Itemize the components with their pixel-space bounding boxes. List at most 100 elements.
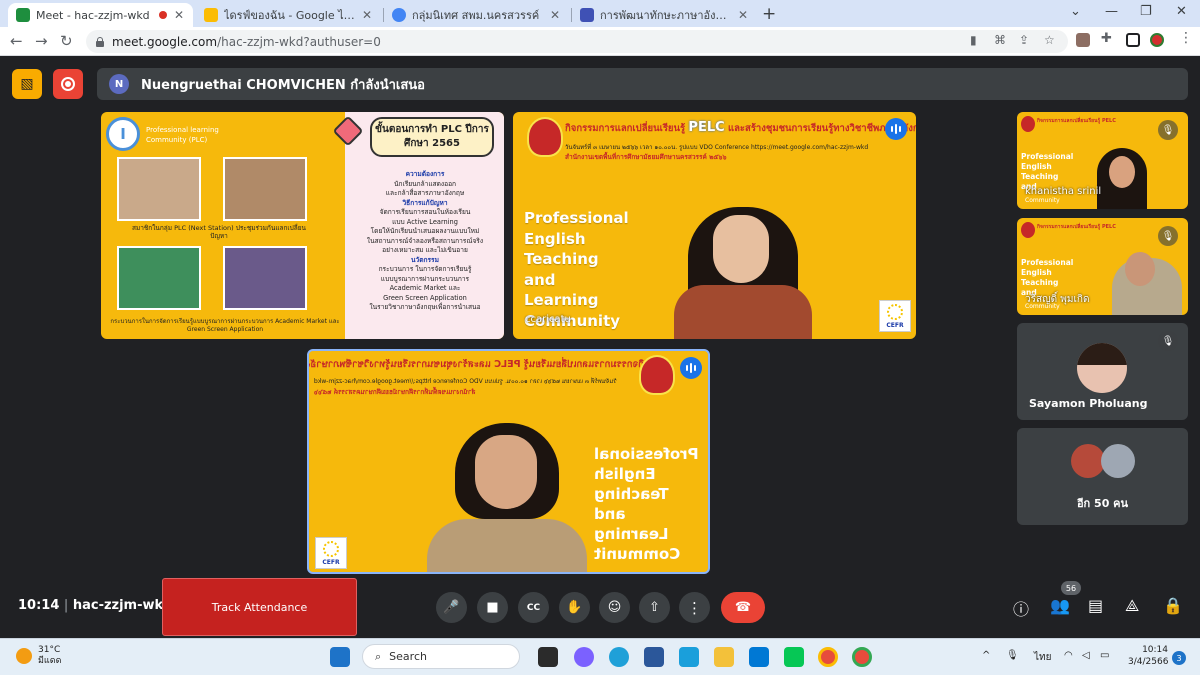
big-text-line: Learning: [594, 525, 669, 543]
start-menu-icon[interactable]: [330, 647, 350, 667]
raise-hand-icon[interactable]: ✋: [559, 592, 590, 623]
big-text-line: English: [594, 465, 656, 483]
side-panel-icon[interactable]: [1126, 33, 1140, 47]
mail-icon[interactable]: [749, 647, 769, 667]
presentation-tile-plc[interactable]: I Professional learning Community (PLC) …: [101, 112, 504, 339]
taskbar-clock[interactable]: 10:14 3/4/2566: [1128, 644, 1168, 668]
participant-tile[interactable]: กิจกรรมการแลกเปลี่ยนเรียนรู้ PELC Profes…: [1017, 112, 1188, 209]
meeting-info-icon[interactable]: ⓘ: [1013, 596, 1029, 620]
activities-icon[interactable]: ⟁: [1125, 596, 1139, 616]
self-view-tile[interactable]: กิจกรรมการแลกเปลี่ยนเรียนรู้ PELC และสร้…: [307, 349, 710, 574]
sun-icon: [16, 648, 32, 664]
close-tab-icon[interactable]: ✕: [549, 8, 561, 22]
bookmark-star-icon[interactable]: ☆: [1044, 33, 1055, 47]
people-count-badge: 56: [1061, 581, 1081, 595]
windows-taskbar: 31°C มีแดด ⌕ Search ^ 🎙 ไทย ◠ ◁ ▭ 10:14 3/…: [0, 638, 1200, 675]
restore-icon[interactable]: ❐: [1140, 4, 1152, 19]
host-controls-icon[interactable]: 🔒: [1163, 596, 1183, 615]
profile-avatar[interactable]: [1150, 33, 1164, 47]
forward-arrow-icon[interactable]: →: [35, 32, 48, 50]
slide-office: สำนักงานเขตพื้นที่การศึกษามัธยมศึกษานครส…: [314, 388, 476, 396]
wifi-icon[interactable]: ◠: [1064, 650, 1073, 661]
plc-step-heading: นวัตกรรม: [411, 255, 439, 264]
task-view-icon[interactable]: [538, 647, 558, 667]
presenter-avatar: N: [109, 74, 129, 94]
notification-badge[interactable]: 3: [1172, 651, 1186, 665]
close-window-icon[interactable]: ✕: [1176, 4, 1187, 19]
chat-icon[interactable]: ▤: [1088, 596, 1103, 615]
close-tab-icon[interactable]: ✕: [173, 8, 185, 22]
close-tab-icon[interactable]: ✕: [737, 8, 749, 22]
tray-mic-icon[interactable]: 🎙: [1006, 650, 1019, 661]
cefr-label: CEFR: [886, 322, 904, 329]
slide-big-text: Professional English Teaching and Learni…: [524, 208, 629, 331]
reload-icon[interactable]: ↻: [60, 32, 73, 50]
big-text-line: and: [594, 505, 626, 523]
avatar-hair: [1077, 343, 1127, 365]
mini-slide-title: กิจกรรมการแลกเปลี่ยนเรียนรู้ PELC: [1037, 118, 1116, 124]
tab-forms[interactable]: การพัฒนาทักษะภาษาอังกฤษ English ✕: [572, 3, 757, 27]
address-bar[interactable]: meet.google.com/hac-zzjm-wkd?authuser=0: [86, 30, 1068, 53]
extension-icon[interactable]: [1076, 33, 1090, 47]
language-indicator[interactable]: ไทย: [1034, 650, 1051, 665]
mic-off-icon: 🎙: [1158, 331, 1178, 351]
participant-tile[interactable]: กิจกรรมการแลกเปลี่ยนเรียนรู้ PELC Profes…: [1017, 218, 1188, 315]
chrome-profile-icon[interactable]: [852, 647, 872, 667]
close-tab-icon[interactable]: ✕: [361, 8, 373, 22]
show-hidden-icons-icon[interactable]: ^: [982, 650, 990, 661]
word-icon[interactable]: [644, 647, 664, 667]
plc-step-line: ในรายวิชาภาษาอังกฤษเพื่อการนำเสนอ: [369, 303, 481, 311]
tab-supervision[interactable]: กลุ่มนิเทศ สพม.นครสวรรค์ ✕: [384, 3, 569, 27]
meet-controls: 10:14 | hac-zzjm-wkd Track Attendance 🎤 …: [0, 578, 1200, 638]
track-attendance-button[interactable]: Track Attendance: [162, 578, 357, 636]
slide-subtitle: วันจันทร์ที่ ๓ เมษายน ๒๕๖๖ เวลา ๑๐.๐๐น. …: [565, 144, 869, 151]
end-call-icon[interactable]: ☎: [721, 592, 765, 623]
more-menu-icon[interactable]: ⋮: [1179, 30, 1193, 46]
volume-icon[interactable]: ◁: [1082, 650, 1090, 661]
tab-search-icon[interactable]: ⌄: [1070, 4, 1081, 19]
participant-face: [1125, 252, 1155, 286]
microphone-icon[interactable]: 🎤: [436, 592, 467, 623]
plc-step-line: จัดการเรียนการสอนในห้องเรียน: [379, 208, 471, 216]
extensions-puzzle-icon[interactable]: ✚: [1101, 31, 1112, 46]
weather-widget[interactable]: 31°C มีแดด: [16, 645, 61, 667]
big-text-line: Teaching: [594, 485, 670, 503]
app-l-icon[interactable]: [679, 647, 699, 667]
tab-meet[interactable]: Meet - hac-zzjm-wkd ✕: [8, 3, 193, 27]
present-screen-icon[interactable]: ⇧: [639, 592, 670, 623]
search-placeholder: Search: [389, 650, 427, 663]
new-tab-button[interactable]: +: [762, 4, 776, 24]
back-arrow-icon[interactable]: ←: [10, 32, 23, 50]
plc-step-heading: วิธีการแก้ปัญหา: [402, 198, 448, 207]
stop-presenting-icon[interactable]: ▧: [12, 69, 42, 99]
teams-chat-icon[interactable]: [574, 647, 594, 667]
mini-text-line: Teaching: [1021, 278, 1059, 287]
forms-favicon-icon: [580, 8, 594, 22]
more-participants-tile[interactable]: อีก 50 คน: [1017, 428, 1188, 525]
presentation-tile-pelc[interactable]: กิจกรรมการแลกเปลี่ยนเรียนรู้ PELC และสร้…: [513, 112, 916, 339]
participant-tile[interactable]: 🎙 Sayamon Pholuang: [1017, 323, 1188, 420]
cefr-logo: CEFR: [315, 537, 347, 569]
minimize-icon[interactable]: —: [1105, 4, 1118, 19]
taskbar-search[interactable]: ⌕ Search: [362, 644, 520, 669]
weather-text: 31°C มีแดด: [38, 645, 61, 667]
people-icon[interactable]: 👥: [1050, 596, 1070, 615]
chrome-icon[interactable]: [818, 647, 838, 667]
captions-icon[interactable]: CC: [518, 592, 549, 623]
big-text-line: Professional: [594, 445, 699, 463]
recording-icon[interactable]: [53, 69, 83, 99]
share-icon[interactable]: ⇪: [1019, 33, 1029, 47]
participant-name: Sayamon Pholuang: [1029, 397, 1148, 410]
file-explorer-icon[interactable]: [714, 647, 734, 667]
participant-avatar: [1071, 444, 1105, 478]
camera-icon[interactable]: ■: [477, 592, 508, 623]
line-icon[interactable]: [784, 647, 804, 667]
section-badge: I: [106, 117, 140, 151]
emoji-icon[interactable]: ☺: [599, 592, 630, 623]
edge-icon[interactable]: [609, 647, 629, 667]
translate-icon[interactable]: ⌘: [994, 33, 1006, 47]
tab-drive[interactable]: ไดรฟ์ของฉัน - Google ไดรฟ์ ✕: [196, 3, 381, 27]
camera-in-use-icon[interactable]: ▮: [970, 33, 977, 47]
battery-icon[interactable]: ▭: [1100, 650, 1109, 661]
more-options-icon[interactable]: ⋮: [679, 592, 710, 623]
